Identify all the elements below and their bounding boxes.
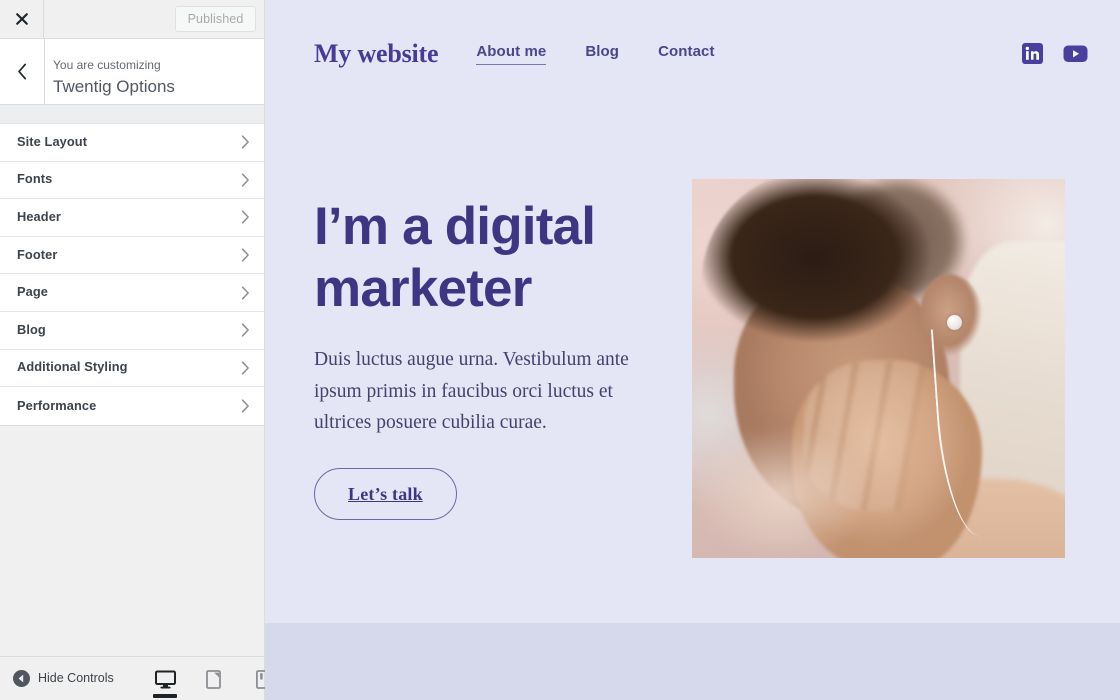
- chevron-right-icon: [241, 323, 250, 337]
- sidebar-item-site-layout[interactable]: Site Layout: [0, 124, 264, 162]
- sidebar-item-label: Blog: [17, 321, 46, 337]
- customizer-sidebar: Published You are customizing Twentig Op…: [0, 0, 267, 700]
- device-desktop-button[interactable]: [150, 657, 180, 700]
- hero-paragraph: Duis luctus augue urna. Vestibulum ante …: [314, 349, 629, 433]
- chevron-right-icon: [241, 173, 250, 187]
- chevron-left-icon: [17, 63, 28, 80]
- sidebar-item-blog[interactable]: Blog: [0, 311, 264, 350]
- site-primary-nav: About me Blog Contact: [476, 43, 715, 65]
- sidebar-item-label: Fonts: [17, 171, 53, 187]
- published-button[interactable]: Published: [175, 6, 256, 32]
- sidebar-item-page[interactable]: Page: [0, 274, 264, 312]
- customizer-screen: Published You are customizing Twentig Op…: [0, 0, 1120, 700]
- hero-image-earbud: [947, 315, 962, 330]
- nav-link-blog[interactable]: Blog: [585, 43, 619, 64]
- chevron-right-icon: [241, 399, 250, 413]
- tablet-icon: [205, 669, 221, 689]
- hide-controls-label: Hide Controls: [38, 671, 114, 686]
- customizer-footer-bar: Hide Controls: [0, 656, 267, 700]
- customizing-eyebrow: You are customizing: [53, 58, 161, 72]
- chevron-right-icon: [241, 135, 250, 149]
- linkedin-icon[interactable]: [1022, 43, 1043, 64]
- collapse-left-circle-icon: [13, 670, 30, 687]
- site-brand-title[interactable]: My website: [314, 39, 439, 69]
- customizer-topbar: Published: [0, 0, 264, 39]
- nav-link-contact[interactable]: Contact: [658, 43, 715, 64]
- device-preview-switcher: [150, 657, 276, 700]
- customizer-panel-header: You are customizing Twentig Options: [0, 39, 264, 105]
- hero-content: I’m a digital marketer Duis luctus augue…: [314, 196, 694, 520]
- sidebar-item-header[interactable]: Header: [0, 199, 264, 237]
- site-preview-frame[interactable]: My website About me Blog Contact I’m a d…: [265, 0, 1120, 700]
- panel-header-text: You are customizing Twentig Options: [45, 39, 264, 104]
- close-customizer-button[interactable]: [0, 0, 44, 38]
- chevron-right-icon: [241, 210, 250, 225]
- social-links: [1022, 43, 1088, 64]
- sidebar-item-label: Header: [17, 209, 61, 225]
- lets-talk-button[interactable]: Let’s talk: [314, 467, 457, 520]
- sidebar-item-fonts[interactable]: Fonts: [0, 161, 264, 200]
- sidebar-item-label: Page: [17, 284, 48, 300]
- chevron-right-icon: [241, 248, 250, 262]
- back-button[interactable]: [0, 39, 45, 104]
- hero-image-hair: [702, 179, 952, 367]
- site-header: My website About me Blog Contact: [265, 0, 1120, 107]
- desktop-icon: [154, 670, 176, 689]
- device-tablet-button[interactable]: [198, 657, 228, 700]
- sidebar-item-label: Performance: [17, 397, 97, 413]
- panel-gap-band: [0, 105, 264, 124]
- customizer-menu: Site Layout Fonts Header Footer Page Blo…: [0, 124, 264, 426]
- chevron-right-icon: [241, 286, 250, 300]
- sidebar-filler: [0, 425, 264, 656]
- sidebar-item-additional-styling[interactable]: Additional Styling: [0, 349, 264, 388]
- sidebar-item-footer[interactable]: Footer: [0, 236, 264, 275]
- sidebar-item-performance[interactable]: Performance: [0, 387, 264, 425]
- hero-heading: I’m a digital marketer: [314, 197, 596, 318]
- sidebar-item-label: Site Layout: [17, 133, 88, 149]
- chevron-right-icon: [241, 361, 250, 375]
- sidebar-item-label: Additional Styling: [17, 359, 128, 375]
- panel-title: Twentig Options: [53, 77, 175, 96]
- youtube-icon[interactable]: [1063, 44, 1088, 63]
- hide-controls-button[interactable]: Hide Controls: [13, 670, 114, 687]
- device-active-indicator: [153, 694, 177, 698]
- nav-link-about-me[interactable]: About me: [476, 43, 547, 65]
- hero-image: [692, 179, 1065, 558]
- sidebar-item-label: Footer: [17, 246, 58, 262]
- close-icon: [15, 12, 29, 26]
